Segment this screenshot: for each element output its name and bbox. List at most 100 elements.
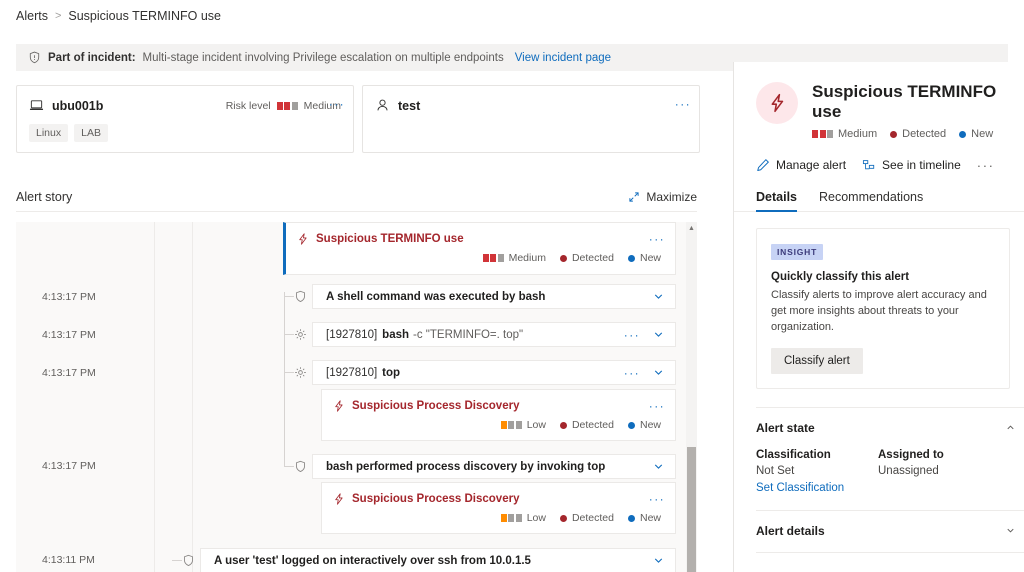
alert-bolt-icon bbox=[299, 233, 307, 245]
set-classification-link[interactable]: Set Classification bbox=[756, 482, 878, 494]
story-row-overflow-button[interactable]: ··· bbox=[624, 367, 640, 379]
shield-node-icon bbox=[183, 554, 194, 567]
insight-title: Quickly classify this alert bbox=[771, 271, 910, 284]
process-pid: [1927810] bbox=[326, 328, 378, 341]
alert-page: Alerts > Suspicious TERMINFO use Part of… bbox=[0, 0, 1024, 572]
timeline-timestamp: 4:13:17 PM bbox=[42, 367, 96, 379]
process-name: top bbox=[382, 366, 401, 379]
user-entity-card[interactable]: test ··· bbox=[362, 85, 700, 153]
details-overflow-button[interactable]: ··· bbox=[977, 159, 995, 172]
story-row-overflow-button[interactable]: ··· bbox=[624, 329, 640, 341]
nested-alert-title: Suspicious Process Discovery bbox=[352, 400, 520, 412]
user-name: test bbox=[398, 98, 421, 113]
chevron-down-icon[interactable] bbox=[652, 460, 665, 473]
severity-indicator: Medium bbox=[812, 128, 877, 140]
story-row-process-discovery[interactable]: bash performed process discovery by invo… bbox=[312, 454, 676, 479]
details-meta: Medium Detected New bbox=[812, 128, 1008, 140]
severity-indicator: Medium bbox=[482, 252, 546, 264]
status-label: Detected bbox=[902, 128, 947, 141]
timeline-connector bbox=[284, 372, 294, 373]
chevron-down-icon[interactable] bbox=[652, 366, 665, 379]
tab-recommendations[interactable]: Recommendations bbox=[819, 190, 923, 211]
details-header-text: Suspicious TERMINFO use Medium Detected … bbox=[812, 82, 1008, 140]
primary-alert-title-row: Suspicious TERMINFO use ··· bbox=[286, 223, 675, 246]
assigned-to-column: Assigned to Unassigned bbox=[878, 449, 1000, 494]
alert-bolt-icon bbox=[335, 493, 343, 505]
timeline-icon bbox=[863, 160, 875, 170]
process-pid: [1927810] bbox=[326, 366, 378, 379]
process-gear-icon bbox=[295, 329, 306, 340]
insight-card: INSIGHT Quickly classify this alert Clas… bbox=[756, 228, 1010, 389]
breadcrumb: Alerts > Suspicious TERMINFO use bbox=[16, 9, 221, 23]
entity-cards: ubu001b Risk level Medium ··· Linux LAB bbox=[16, 85, 700, 153]
device-card-overflow-button[interactable]: ··· bbox=[329, 98, 345, 110]
severity-label: Medium bbox=[838, 128, 878, 141]
user-card-overflow-button[interactable]: ··· bbox=[675, 98, 691, 110]
story-row-process-top[interactable]: [1927810] top ··· bbox=[312, 360, 676, 385]
timeline-time-column bbox=[16, 222, 154, 572]
details-panel-header: Suspicious TERMINFO use Medium Detected … bbox=[734, 62, 1024, 140]
chevron-down-icon[interactable] bbox=[652, 554, 665, 567]
state-indicator: New bbox=[627, 512, 661, 524]
status-indicator: Detected bbox=[559, 512, 614, 524]
breadcrumb-current: Suspicious TERMINFO use bbox=[68, 9, 221, 23]
chevron-up-icon[interactable] bbox=[1005, 422, 1016, 433]
details-tabs: Details Recommendations bbox=[734, 172, 1024, 213]
section-divider bbox=[756, 551, 1024, 553]
alert-story-divider bbox=[16, 211, 697, 212]
nested-alert-title-row: Suspicious Process Discovery ··· bbox=[322, 390, 675, 413]
status-indicator: Detected bbox=[890, 128, 946, 140]
timeline-connector bbox=[284, 292, 285, 467]
classify-alert-button[interactable]: Classify alert bbox=[771, 347, 863, 374]
chevron-down-icon[interactable] bbox=[1005, 525, 1016, 536]
primary-alert-overflow-button[interactable]: ··· bbox=[649, 233, 665, 245]
story-row-process-bash[interactable]: [1927810] bash -c "TERMINFO=. top" ··· bbox=[312, 322, 676, 347]
nested-alert-card[interactable]: Suspicious Process Discovery ··· Low Det… bbox=[321, 482, 676, 534]
classification-column: Classification Not Set Set Classificatio… bbox=[756, 449, 878, 494]
view-incident-page-link[interactable]: View incident page bbox=[515, 52, 611, 64]
alert-details-panel: Suspicious TERMINFO use Medium Detected … bbox=[733, 62, 1024, 572]
state-label: New bbox=[639, 512, 661, 524]
severity-label: Medium bbox=[508, 252, 546, 264]
primary-alert-card[interactable]: Suspicious TERMINFO use ··· Medium Detec… bbox=[283, 222, 676, 275]
shield-icon bbox=[29, 51, 40, 64]
manage-alert-button[interactable]: Manage alert bbox=[756, 158, 846, 172]
state-indicator: New bbox=[627, 252, 661, 264]
story-row-shell-command[interactable]: A shell command was executed by bash bbox=[312, 284, 676, 309]
alert-state-section-header[interactable]: Alert state bbox=[734, 408, 1024, 435]
severity-label: Low bbox=[526, 419, 546, 431]
state-label: New bbox=[971, 128, 994, 141]
classification-label: Classification bbox=[756, 448, 831, 461]
scroll-up-icon[interactable]: ▲ bbox=[686, 222, 697, 235]
maximize-button[interactable]: Maximize bbox=[628, 190, 697, 204]
breadcrumb-alerts-link[interactable]: Alerts bbox=[16, 9, 48, 23]
severity-indicator: Low bbox=[500, 419, 546, 431]
assigned-to-label: Assigned to bbox=[878, 448, 944, 461]
nested-alert-overflow-button[interactable]: ··· bbox=[649, 493, 665, 505]
incident-label: Part of incident: bbox=[48, 51, 136, 64]
alert-story-scrollbar[interactable]: ▲ bbox=[686, 222, 697, 572]
alert-details-section-header[interactable]: Alert details bbox=[734, 511, 1024, 538]
process-name: bash bbox=[382, 328, 410, 341]
nested-alert-overflow-button[interactable]: ··· bbox=[649, 400, 665, 412]
classification-value: Not Set bbox=[756, 464, 795, 477]
see-in-timeline-button[interactable]: See in timeline bbox=[862, 158, 961, 172]
timeline-timestamp: 4:13:17 PM bbox=[42, 460, 96, 472]
device-tags: Linux LAB bbox=[17, 116, 353, 142]
device-entity-card[interactable]: ubu001b Risk level Medium ··· Linux LAB bbox=[16, 85, 354, 153]
timeline-timestamp: 4:13:17 PM bbox=[42, 291, 96, 303]
process-args: -c "TERMINFO=. top" bbox=[413, 328, 524, 341]
pencil-icon bbox=[757, 159, 769, 172]
user-icon bbox=[377, 99, 388, 111]
alert-story-body: 4:13:17 PM 4:13:17 PM 4:13:17 PM 4:13:17… bbox=[16, 222, 697, 572]
chevron-down-icon[interactable] bbox=[652, 328, 665, 341]
shield-node-icon bbox=[295, 460, 306, 473]
severity-indicator: Low bbox=[500, 512, 546, 524]
scrollbar-thumb[interactable] bbox=[687, 447, 696, 572]
story-row-user-logon[interactable]: A user 'test' logged on interactively ov… bbox=[200, 548, 676, 572]
story-row-text: A user 'test' logged on interactively ov… bbox=[214, 554, 531, 567]
tab-details[interactable]: Details bbox=[756, 190, 797, 213]
chevron-down-icon[interactable] bbox=[652, 290, 665, 303]
nested-alert-card[interactable]: Suspicious Process Discovery ··· Low Det… bbox=[321, 389, 676, 441]
state-label: New bbox=[639, 252, 661, 264]
